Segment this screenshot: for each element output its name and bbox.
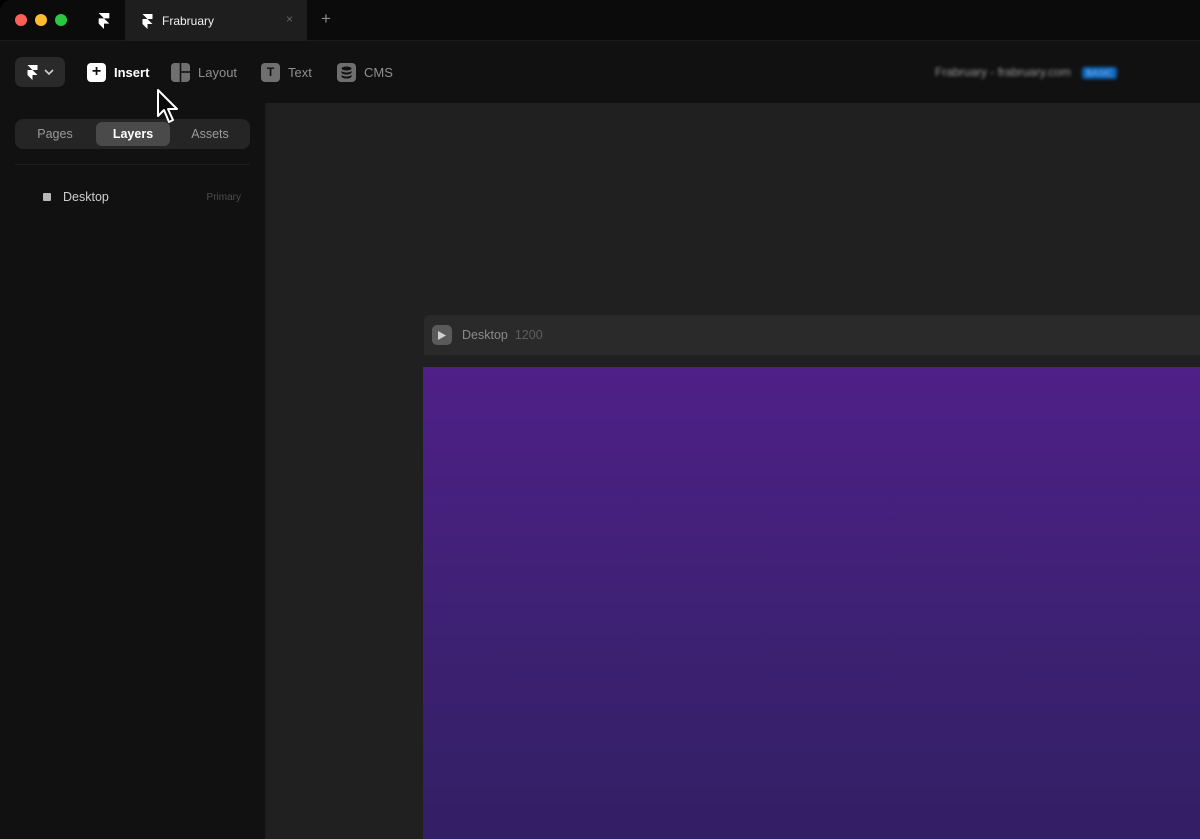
new-tab-button[interactable]: + xyxy=(321,9,331,29)
zoom-window-button[interactable] xyxy=(55,14,67,26)
project-name: Frabruary xyxy=(935,65,988,79)
toolbar: + Insert Layout T Text CMS Frabruary - f… xyxy=(0,41,1200,103)
layer-item-desktop[interactable]: Desktop Primary xyxy=(43,189,241,205)
canvas[interactable]: Desktop 1200 xyxy=(267,103,1200,839)
layer-name: Desktop xyxy=(63,190,109,204)
tab-assets[interactable]: Assets xyxy=(173,122,247,146)
main-menu-button[interactable] xyxy=(15,57,65,87)
text-icon: T xyxy=(261,62,280,82)
layout-button[interactable]: Layout xyxy=(171,61,237,83)
desktop-frame[interactable] xyxy=(423,367,1200,839)
close-tab-icon[interactable]: × xyxy=(286,12,293,26)
insert-label: Insert xyxy=(114,64,150,80)
layout-icon xyxy=(171,62,190,82)
tab-label: Frabruary xyxy=(162,14,215,28)
cms-label: CMS xyxy=(364,64,393,80)
layer-tag: Primary xyxy=(206,191,241,203)
insert-button[interactable]: + Insert xyxy=(87,61,149,83)
tab-bar: Frabruary × + xyxy=(0,0,1200,42)
chevron-down-icon xyxy=(43,69,54,75)
sidebar-divider xyxy=(15,164,250,165)
plan-badge: BASIC xyxy=(1082,67,1118,79)
frame-width: 1200 xyxy=(514,328,543,342)
home-tab[interactable] xyxy=(84,0,124,41)
play-icon[interactable] xyxy=(432,325,452,345)
framer-logo-icon xyxy=(98,12,110,29)
cursor-icon xyxy=(157,89,178,123)
framer-logo-icon xyxy=(27,64,37,80)
frame-header[interactable]: Desktop 1200 xyxy=(424,315,1200,355)
sidebar-tabs: Pages Layers Assets xyxy=(15,119,250,149)
left-sidebar: Pages Layers Assets Desktop Primary xyxy=(0,103,266,839)
app-window: Frabruary × + + Insert Layout T Text CMS… xyxy=(0,0,1200,839)
text-button[interactable]: T Text xyxy=(261,61,312,83)
plus-icon: + xyxy=(87,62,106,82)
framer-logo-icon xyxy=(142,13,153,29)
project-title[interactable]: Frabruary - frabruary.com BASIC xyxy=(935,65,1118,79)
tab-pages[interactable]: Pages xyxy=(18,122,92,146)
cms-button[interactable]: CMS xyxy=(337,61,393,83)
project-separator: - xyxy=(987,65,998,79)
cms-icon xyxy=(337,62,356,82)
tab-frabruary[interactable]: Frabruary × xyxy=(125,0,307,42)
close-window-button[interactable] xyxy=(15,14,27,26)
minimize-window-button[interactable] xyxy=(35,14,47,26)
text-label: Text xyxy=(288,64,312,80)
frame-name: Desktop xyxy=(462,328,508,342)
frame-icon xyxy=(43,193,51,201)
project-domain: frabruary.com xyxy=(997,65,1071,79)
layout-label: Layout xyxy=(198,64,238,80)
